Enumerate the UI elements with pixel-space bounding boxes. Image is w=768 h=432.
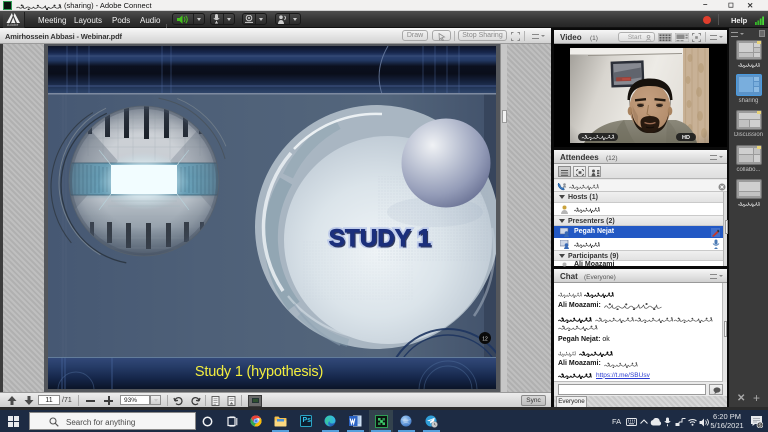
svg-text:Study 1 (hypothesis): Study 1 (hypothesis) (195, 364, 323, 380)
svg-text:12: 12 (482, 337, 488, 343)
svg-text:HD: HD (682, 135, 690, 141)
svg-text:STUDY 1: STUDY 1 (329, 225, 431, 252)
svg-text:S: S (758, 422, 761, 427)
